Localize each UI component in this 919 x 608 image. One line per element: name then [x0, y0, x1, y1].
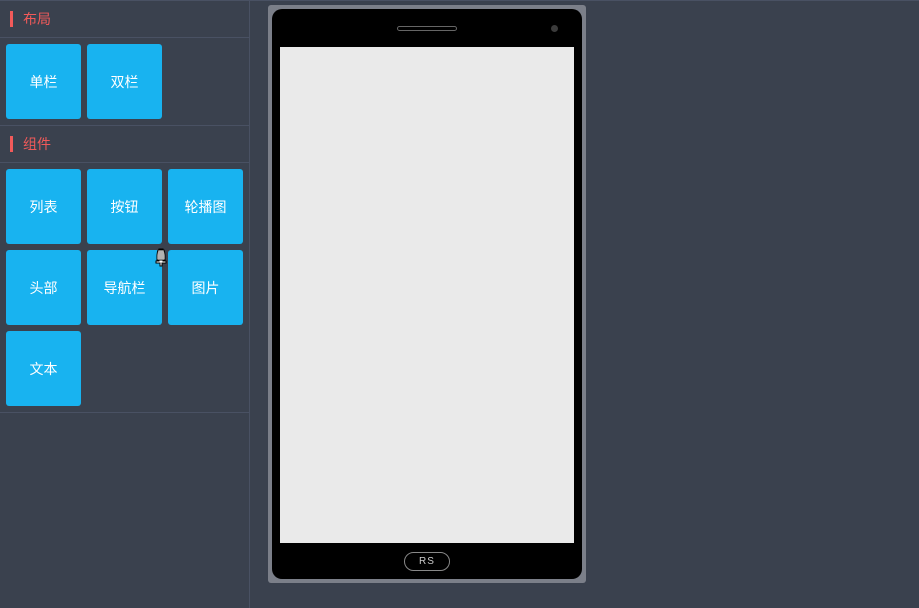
component-tile-header[interactable]: 头部 — [6, 250, 81, 325]
layout-tiles: 单栏 双栏 — [0, 38, 249, 126]
section-accent-bar — [10, 136, 13, 152]
phone-frame-wrapper: RS — [268, 5, 586, 583]
main-canvas: RS — [250, 0, 919, 608]
sidebar: 布局 单栏 双栏 组件 列表 按钮 轮播图 头部 导航栏 图片 文本 — [0, 0, 250, 608]
layout-section-title: 布局 — [23, 9, 51, 29]
component-tile-carousel[interactable]: 轮播图 — [168, 169, 243, 244]
phone-frame: RS — [272, 9, 582, 579]
phone-top-bar — [272, 9, 582, 47]
section-accent-bar — [10, 11, 13, 27]
layout-tile-double[interactable]: 双栏 — [87, 44, 162, 119]
component-tile-list[interactable]: 列表 — [6, 169, 81, 244]
component-tile-image[interactable]: 图片 — [168, 250, 243, 325]
phone-screen[interactable] — [280, 47, 574, 543]
layout-tile-single[interactable]: 单栏 — [6, 44, 81, 119]
phone-speaker — [397, 26, 457, 31]
component-tile-text[interactable]: 文本 — [6, 331, 81, 406]
component-tile-button[interactable]: 按钮 — [87, 169, 162, 244]
component-tiles: 列表 按钮 轮播图 头部 导航栏 图片 文本 — [0, 163, 249, 413]
phone-bottom-bar: RS — [272, 543, 582, 579]
component-tile-navbar[interactable]: 导航栏 — [87, 250, 162, 325]
phone-home-button[interactable]: RS — [404, 552, 450, 571]
layout-section-header: 布局 — [0, 1, 249, 38]
components-section-title: 组件 — [23, 134, 51, 154]
components-section-header: 组件 — [0, 126, 249, 163]
phone-camera-icon — [551, 25, 558, 32]
